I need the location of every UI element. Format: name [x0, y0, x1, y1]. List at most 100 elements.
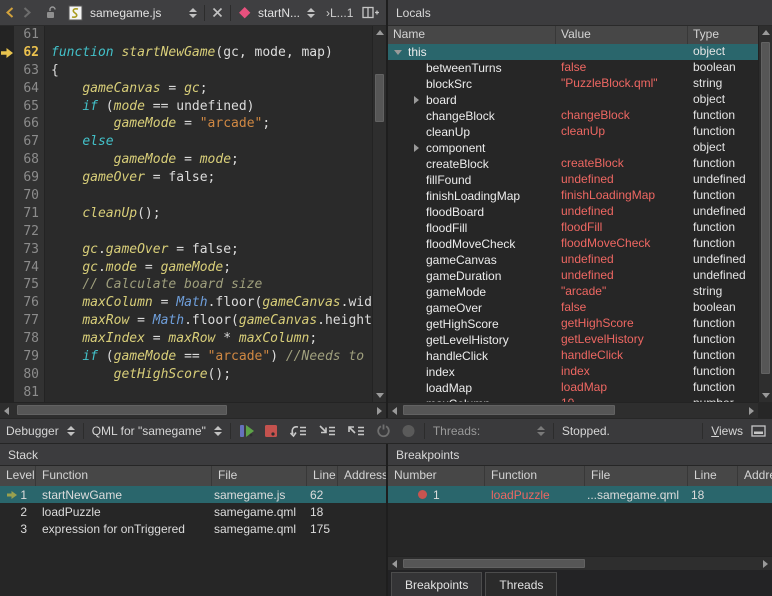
- editor-hscroll-thumb[interactable]: [17, 405, 227, 415]
- locals-row[interactable]: finishLoadingMapfinishLoadingMapfunction: [388, 188, 758, 204]
- line-number[interactable]: 68: [14, 151, 45, 169]
- code-line[interactable]: 73 gc.gameOver = false;: [0, 241, 386, 259]
- locals-row[interactable]: handleClickhandleClickfunction: [388, 348, 758, 364]
- split-editor-icon[interactable]: [362, 6, 379, 19]
- locals-col-name[interactable]: Name: [388, 26, 556, 44]
- code-editor[interactable]: 6162function startNewGame(gc, mode, map)…: [0, 26, 386, 402]
- line-number[interactable]: 61: [14, 26, 45, 44]
- breakpoint-gutter[interactable]: [0, 366, 14, 384]
- line-number[interactable]: 79: [14, 348, 45, 366]
- stack-col-function[interactable]: Function: [36, 466, 212, 486]
- code-line[interactable]: 74 gc.mode = gameMode;: [0, 259, 386, 277]
- code-line[interactable]: 70: [0, 187, 386, 205]
- locals-row[interactable]: gameCanvasundefinedundefined: [388, 252, 758, 268]
- stack-col-file[interactable]: File: [212, 466, 307, 486]
- breakpoint-gutter[interactable]: [0, 115, 14, 133]
- code-line[interactable]: 71 cleanUp();: [0, 205, 386, 223]
- locals-row[interactable]: getLevelHistorygetLevelHistoryfunction: [388, 332, 758, 348]
- line-number[interactable]: 69: [14, 169, 45, 187]
- locals-row[interactable]: gameMode"arcade"string: [388, 284, 758, 300]
- locals-vscroll-thumb[interactable]: [761, 42, 770, 374]
- file-dropdown-icon[interactable]: [189, 8, 197, 18]
- line-number[interactable]: 65: [14, 98, 45, 116]
- tab-threads[interactable]: Threads: [485, 572, 557, 596]
- breakpoint-gutter[interactable]: [0, 151, 14, 169]
- stack-row[interactable]: 3expression for onTriggeredsamegame.qml1…: [0, 520, 386, 537]
- close-document-icon[interactable]: [212, 7, 223, 18]
- line-number[interactable]: 66: [14, 115, 45, 133]
- step-out-icon[interactable]: [347, 424, 366, 438]
- breakpoint-gutter[interactable]: [0, 169, 14, 187]
- locals-row[interactable]: createBlockcreateBlockfunction: [388, 156, 758, 172]
- locals-row[interactable]: gameOverfalseboolean: [388, 300, 758, 316]
- record-icon[interactable]: [401, 424, 416, 438]
- views-panel-icon[interactable]: [751, 425, 766, 437]
- code-line[interactable]: 79 if (gameMode == "arcade") //Needs to: [0, 348, 386, 366]
- breakpoint-gutter[interactable]: [0, 294, 14, 312]
- views-menu[interactable]: Views: [711, 424, 743, 438]
- breakpoint-gutter[interactable]: [0, 330, 14, 348]
- symbol-selector[interactable]: startN...: [258, 6, 300, 20]
- open-file-tab[interactable]: samegame.js: [90, 6, 182, 20]
- target-dropdown-icon[interactable]: [214, 426, 222, 436]
- line-number[interactable]: 78: [14, 330, 45, 348]
- expander-closed-icon[interactable]: [412, 144, 426, 152]
- line-number[interactable]: 62: [14, 44, 45, 62]
- breakpoint-gutter[interactable]: [0, 348, 14, 366]
- line-number[interactable]: 81: [14, 384, 45, 402]
- continue-icon[interactable]: [239, 424, 256, 438]
- breakpoint-gutter[interactable]: [0, 312, 14, 330]
- code-line[interactable]: 77 maxRow = Math.floor(gameCanvas.height: [0, 312, 386, 330]
- bp-col-line[interactable]: Line: [688, 466, 738, 486]
- symbol-dropdown-icon[interactable]: [307, 8, 315, 18]
- code-line[interactable]: 81: [0, 384, 386, 402]
- breakpoint-gutter[interactable]: [0, 26, 14, 44]
- code-line[interactable]: 63{: [0, 62, 386, 80]
- restart-icon[interactable]: [376, 424, 391, 438]
- code-line[interactable]: 61: [0, 26, 386, 44]
- line-number[interactable]: 75: [14, 276, 45, 294]
- locals-row[interactable]: cleanUpcleanUpfunction: [388, 124, 758, 140]
- locals-row[interactable]: floodFillfloodFillfunction: [388, 220, 758, 236]
- code-line[interactable]: 65 if (mode == undefined): [0, 98, 386, 116]
- tab-breakpoints[interactable]: Breakpoints: [391, 572, 482, 596]
- expander-closed-icon[interactable]: [412, 96, 426, 104]
- breakpoint-gutter[interactable]: [0, 44, 14, 62]
- locals-row[interactable]: changeBlockchangeBlockfunction: [388, 108, 758, 124]
- bp-col-address[interactable]: Address: [738, 466, 772, 486]
- breakpoint-gutter[interactable]: [0, 241, 14, 259]
- line-number[interactable]: 72: [14, 223, 45, 241]
- line-number[interactable]: 73: [14, 241, 45, 259]
- code-line[interactable]: 80 getHighScore();: [0, 366, 386, 384]
- step-over-icon[interactable]: [289, 424, 308, 438]
- code-line[interactable]: 68 gameMode = mode;: [0, 151, 386, 169]
- code-line[interactable]: 75 // Calculate board size: [0, 276, 386, 294]
- editor-vscroll-thumb[interactable]: [375, 74, 384, 122]
- breakpoint-gutter[interactable]: [0, 384, 14, 402]
- code-line[interactable]: 66 gameMode = "arcade";: [0, 115, 386, 133]
- locals-hscroll-thumb[interactable]: [403, 405, 615, 415]
- breakpoint-gutter[interactable]: [0, 187, 14, 205]
- breakpoint-gutter[interactable]: [0, 276, 14, 294]
- stop-debugger-icon[interactable]: [264, 424, 279, 438]
- locals-row[interactable]: fillFoundundefinedundefined: [388, 172, 758, 188]
- stack-col-level[interactable]: Level: [0, 466, 36, 486]
- bp-col-number[interactable]: Number: [388, 466, 485, 486]
- breakpoint-gutter[interactable]: [0, 205, 14, 223]
- locals-col-value[interactable]: Value: [556, 26, 688, 44]
- locals-row[interactable]: gameDurationundefinedundefined: [388, 268, 758, 284]
- line-number[interactable]: 71: [14, 205, 45, 223]
- debugger-dropdown-icon[interactable]: [67, 426, 75, 436]
- breakpoints-hscrollbar[interactable]: [388, 556, 772, 570]
- line-number[interactable]: 80: [14, 366, 45, 384]
- breakpoint-gutter[interactable]: [0, 133, 14, 151]
- code-line[interactable]: 72: [0, 223, 386, 241]
- locals-row[interactable]: thisobject: [388, 44, 758, 60]
- locals-row[interactable]: indexindexfunction: [388, 364, 758, 380]
- locals-row[interactable]: getHighScoregetHighScorefunction: [388, 316, 758, 332]
- debugger-menu[interactable]: Debugger: [6, 424, 59, 438]
- locals-row[interactable]: blockSrc"PuzzleBlock.qml"string: [388, 76, 758, 92]
- line-number[interactable]: 63: [14, 62, 45, 80]
- locals-row[interactable]: floodMoveCheckfloodMoveCheckfunction: [388, 236, 758, 252]
- breakpoints-hscroll-thumb[interactable]: [403, 559, 585, 568]
